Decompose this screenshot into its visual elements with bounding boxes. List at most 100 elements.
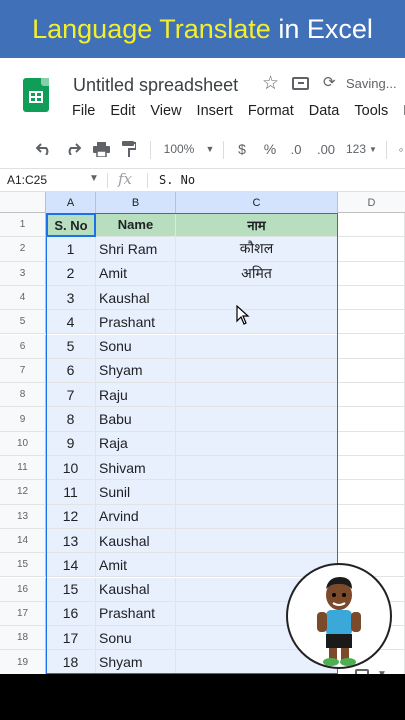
empty-cell[interactable] xyxy=(338,407,405,432)
row-number[interactable]: 19 xyxy=(0,650,46,674)
cell-name[interactable]: Shyam xyxy=(96,650,176,674)
cell-name[interactable]: Shivam xyxy=(96,456,176,481)
cell-name[interactable]: Sonu xyxy=(96,626,176,651)
paint-format-icon[interactable] xyxy=(118,133,140,165)
menu-file[interactable]: File xyxy=(72,103,95,119)
empty-cell[interactable] xyxy=(338,528,405,554)
cell-name[interactable]: Sunil xyxy=(96,480,176,505)
empty-cell[interactable] xyxy=(338,261,405,286)
font-partial-icon[interactable]: ◦ xyxy=(395,133,405,165)
cell-sno[interactable]: 2 xyxy=(46,261,96,286)
row-number[interactable]: 8 xyxy=(0,383,46,408)
cell-translation[interactable] xyxy=(176,334,338,359)
cell-translation[interactable] xyxy=(176,480,338,505)
empty-cell[interactable] xyxy=(338,310,405,335)
row-number[interactable]: 13 xyxy=(0,504,46,529)
cell-translation[interactable] xyxy=(176,407,338,432)
sheets-logo-icon[interactable] xyxy=(23,78,49,112)
row-number[interactable]: 14 xyxy=(0,528,46,554)
cell-sno[interactable]: 5 xyxy=(46,334,96,359)
cell-sno[interactable]: 3 xyxy=(46,285,96,311)
empty-cell[interactable] xyxy=(338,383,405,408)
cell-sno[interactable]: 7 xyxy=(46,383,96,408)
row-number[interactable]: 1 xyxy=(0,213,46,238)
cell-sno[interactable]: 8 xyxy=(46,407,96,432)
cell-sno[interactable]: 11 xyxy=(46,480,96,505)
name-box[interactable]: A1:C25 xyxy=(7,173,47,187)
row-number[interactable]: 11 xyxy=(0,456,46,481)
cell-name[interactable]: Kaushal xyxy=(96,528,176,554)
header-cell-sno[interactable]: S. No xyxy=(46,213,96,238)
row-number[interactable]: 2 xyxy=(0,237,46,262)
cell-translation[interactable] xyxy=(176,504,338,529)
empty-cell[interactable] xyxy=(338,480,405,505)
empty-cell[interactable] xyxy=(338,504,405,529)
cell-translation[interactable] xyxy=(176,310,338,335)
header-cell-naam[interactable]: नाम xyxy=(176,213,338,238)
move-folder-icon[interactable] xyxy=(292,77,309,90)
menu-data[interactable]: Data xyxy=(309,103,340,119)
empty-cell[interactable] xyxy=(338,237,405,262)
menu-view[interactable]: View xyxy=(150,103,181,119)
redo-icon[interactable] xyxy=(62,133,84,165)
cell-sno[interactable]: 9 xyxy=(46,431,96,456)
cell-name[interactable]: Arvind xyxy=(96,504,176,529)
cell-name[interactable]: Kaushal xyxy=(96,577,176,602)
cell-name[interactable]: Amit xyxy=(96,261,176,286)
menu-tools[interactable]: Tools xyxy=(354,103,388,119)
row-number[interactable]: 17 xyxy=(0,601,46,627)
cell-sno[interactable]: 15 xyxy=(46,577,96,602)
cell-translation[interactable] xyxy=(176,528,338,554)
cell-sno[interactable]: 1 xyxy=(46,237,96,262)
empty-cell[interactable] xyxy=(338,358,405,384)
row-number[interactable]: 12 xyxy=(0,480,46,505)
select-all-corner[interactable] xyxy=(0,192,46,213)
row-number[interactable]: 3 xyxy=(0,261,46,286)
cell-sno[interactable]: 17 xyxy=(46,626,96,651)
cell-name[interactable]: Shri Ram xyxy=(96,237,176,262)
cell-translation[interactable] xyxy=(176,456,338,481)
cell-sno[interactable]: 18 xyxy=(46,650,96,674)
row-number[interactable]: 7 xyxy=(0,358,46,384)
column-header-d[interactable]: D xyxy=(338,192,405,213)
cell-name[interactable]: Sonu xyxy=(96,334,176,359)
empty-cell[interactable] xyxy=(338,285,405,311)
cell-name[interactable]: Prashant xyxy=(96,601,176,627)
empty-cell[interactable] xyxy=(338,456,405,481)
cell-translation[interactable] xyxy=(176,285,338,311)
more-formats-caret-icon[interactable]: ▼ xyxy=(368,133,378,165)
decrease-decimal-button[interactable]: .0 xyxy=(286,133,306,165)
empty-cell[interactable] xyxy=(338,431,405,456)
column-header-c[interactable]: C xyxy=(176,192,338,213)
column-header-b[interactable]: B xyxy=(96,192,176,213)
cell-sno[interactable]: 13 xyxy=(46,528,96,554)
cell-name[interactable]: Kaushal xyxy=(96,285,176,311)
cell-name[interactable]: Raju xyxy=(96,383,176,408)
currency-format-button[interactable]: $ xyxy=(234,133,250,165)
cell-sno[interactable]: 12 xyxy=(46,504,96,529)
cell-sno[interactable]: 14 xyxy=(46,553,96,578)
row-number[interactable]: 18 xyxy=(0,626,46,651)
menu-insert[interactable]: Insert xyxy=(197,103,233,119)
cell-sno[interactable]: 10 xyxy=(46,456,96,481)
more-formats-button[interactable]: 123 xyxy=(343,133,369,165)
cell-translation[interactable] xyxy=(176,383,338,408)
row-number[interactable]: 5 xyxy=(0,310,46,335)
cell-name[interactable]: Prashant xyxy=(96,310,176,335)
print-icon[interactable] xyxy=(90,133,112,165)
row-number[interactable]: 10 xyxy=(0,431,46,456)
row-number[interactable]: 6 xyxy=(0,334,46,359)
cell-name[interactable]: Shyam xyxy=(96,358,176,384)
cell-sno[interactable]: 4 xyxy=(46,310,96,335)
empty-cell[interactable] xyxy=(338,334,405,359)
column-header-a[interactable]: A xyxy=(46,192,96,213)
zoom-select[interactable]: 100% xyxy=(160,133,198,165)
cell-sno[interactable]: 16 xyxy=(46,601,96,627)
increase-decimal-button[interactable]: .00 xyxy=(313,133,339,165)
cell-name[interactable]: Raja xyxy=(96,431,176,456)
percent-format-button[interactable]: % xyxy=(261,133,279,165)
undo-icon[interactable] xyxy=(33,133,55,165)
row-number[interactable]: 9 xyxy=(0,407,46,432)
cell-name[interactable]: Babu xyxy=(96,407,176,432)
star-icon[interactable]: ☆ xyxy=(262,72,279,95)
